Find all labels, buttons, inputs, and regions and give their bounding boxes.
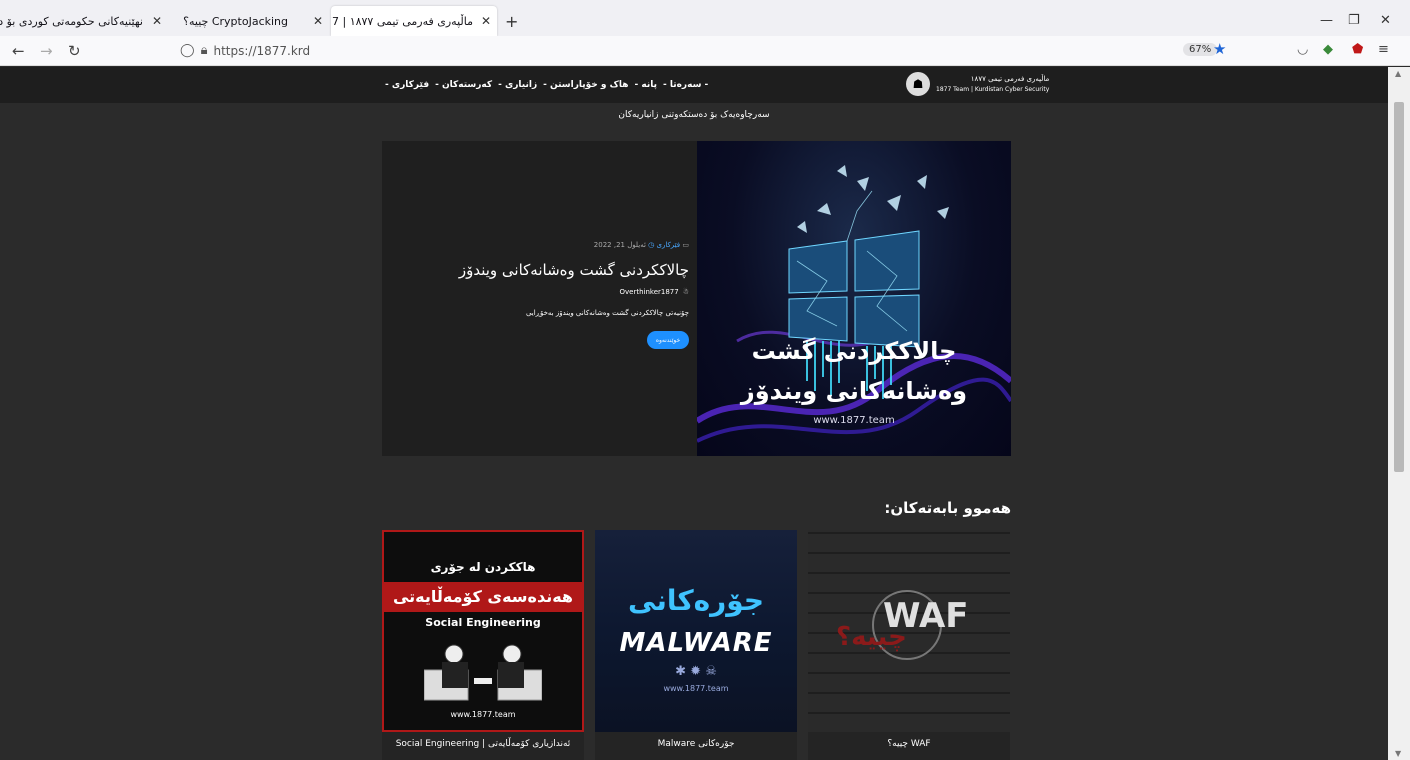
featured-image[interactable]: چالاککردنی گشت وەشانەکانی ویندۆز www.187… xyxy=(697,141,1011,456)
post-card-image[interactable]: هاککردن لە جۆری هەندەسەی کۆمەڵایەتی Soci… xyxy=(382,530,584,732)
image-title: جۆرەکانی xyxy=(627,584,765,617)
image-band: هەندەسەی کۆمەڵایەتی xyxy=(384,582,582,612)
minimize-button[interactable]: — xyxy=(1320,13,1333,28)
post-meta: ▭ فێرکاری ◷ ئەیلول 21, 2022 xyxy=(594,241,689,249)
tab-title: CryptoJacking چییە؟ xyxy=(183,14,288,28)
tab-title: ماڵپەری فەرمی تیمی ١٨٧٧ | 1877 Team xyxy=(331,14,473,28)
handshake-illustration xyxy=(424,644,542,701)
tab-1[interactable]: ✕ نهێنیەکانی حکومەتی کوردی بۆ دز xyxy=(0,6,165,36)
folder-icon: ▭ xyxy=(682,241,689,249)
site-tagline: سەرچاوەیەک بۆ دەستکەوتنی زانیاریەکان xyxy=(618,110,770,120)
reload-icon[interactable]: ↻ xyxy=(68,42,81,60)
image-title-line1: چالاککردنی گشت xyxy=(751,337,957,365)
post-card-title[interactable]: WAF چییە؟ xyxy=(816,739,1002,750)
author-avatar-icon: ☃ xyxy=(682,288,689,296)
post-card-image[interactable]: WAF چییە؟ xyxy=(808,530,1010,732)
page-content: - سەرەتا - پانە - هاک و خۆپاراستن - زانی… xyxy=(0,67,1388,760)
post-card-title[interactable]: جۆرەکانی Malware xyxy=(603,739,789,750)
menu-item-tools[interactable]: کەرستەکان - xyxy=(435,80,492,90)
menu-item-info[interactable]: زانیاری - xyxy=(498,80,537,90)
image-subtitle: MALWARE xyxy=(619,628,773,658)
site-logo[interactable]: ☗ ماڵپەری فەرمی تیمی ١٨٧٧ 1877 Team | Ku… xyxy=(906,72,1049,96)
post-card[interactable]: جۆرەکانی MALWARE ✱ ✹ ☠ www.1877.team جۆر… xyxy=(595,530,797,760)
new-tab-button[interactable]: + xyxy=(505,12,518,31)
forward-arrow-icon[interactable]: → xyxy=(40,42,53,60)
window-close-button[interactable]: ✕ xyxy=(1380,13,1391,28)
all-posts-heading: هەموو بابەتەکان: xyxy=(884,499,1011,517)
post-category[interactable]: فێرکاری xyxy=(656,241,680,249)
site-header: - سەرەتا - پانە - هاک و خۆپاراستن - زانی… xyxy=(0,67,1388,103)
restore-button[interactable]: ❐ xyxy=(1348,13,1360,28)
post-card[interactable]: WAF چییە؟ WAF چییە؟ xyxy=(808,530,1010,760)
browser-window: ✕ نهێنیەکانی حکومەتی کوردی بۆ دز ✕ Crypt… xyxy=(0,0,1410,760)
post-card[interactable]: هاککردن لە جۆری هەندەسەی کۆمەڵایەتی Soci… xyxy=(382,530,584,760)
image-text: هاککردن لە جۆری xyxy=(430,560,536,574)
lock-icon: 🔒︎ xyxy=(200,43,208,58)
menu-item-pane[interactable]: پانە - xyxy=(635,80,657,90)
scroll-down-icon[interactable]: ▼ xyxy=(1395,749,1401,758)
tab-title: نهێنیەکانی حکومەتی کوردی بۆ دز xyxy=(0,14,143,28)
post-date: ئەیلول 21, 2022 xyxy=(593,241,646,249)
image-title-line2: وەشانەکانی ویندۆز xyxy=(740,377,968,405)
post-card-title[interactable]: ئەندازیاری کۆمەڵایەتی | Social Engineeri… xyxy=(390,739,576,750)
ublock-icon[interactable]: ⬟ xyxy=(1352,42,1363,57)
post-card-image[interactable]: جۆرەکانی MALWARE ✱ ✹ ☠ www.1877.team xyxy=(595,530,797,732)
scroll-up-icon[interactable]: ▲ xyxy=(1395,69,1401,78)
image-url: www.1877.team xyxy=(813,415,895,426)
pocket-icon[interactable]: ◡ xyxy=(1297,42,1308,57)
malware-icons: ✱ ✹ ☠ xyxy=(675,664,717,679)
image-subtitle: چییە؟ xyxy=(836,622,907,652)
logo-name: ماڵپەری فەرمی تیمی ١٨٧٧ xyxy=(970,75,1050,84)
image-subtitle: Social Engineering xyxy=(425,616,541,629)
main-menu: - سەرەتا - پانە - هاک و خۆپاراستن - زانی… xyxy=(385,80,708,90)
tab-2[interactable]: ✕ CryptoJacking چییە؟ xyxy=(168,6,328,36)
close-icon[interactable]: ✕ xyxy=(481,14,491,28)
bookmark-star-icon[interactable]: ★ xyxy=(1213,40,1226,58)
image-url: www.1877.team xyxy=(450,710,516,719)
read-more-button[interactable]: خوێندنەوە xyxy=(647,331,689,349)
menu-item-tutorials[interactable]: فێرکاری - xyxy=(385,80,429,90)
clock-icon: ◷ xyxy=(648,241,655,249)
page-scrollbar[interactable]: ▲ ▼ xyxy=(1388,67,1410,760)
menu-item-home[interactable]: - سەرەتا - xyxy=(663,80,708,90)
menu-item-hack[interactable]: هاک و خۆپاراستن - xyxy=(543,80,628,90)
scrollbar-thumb[interactable] xyxy=(1394,102,1404,472)
logo-emblem-icon: ☗ xyxy=(906,72,930,96)
close-icon[interactable]: ✕ xyxy=(313,14,323,28)
tab-3-active[interactable]: ✕ ماڵپەری فەرمی تیمی ١٨٧٧ | 1877 Team xyxy=(331,6,497,36)
nav-bar: ← → ↻ ◯ 🔒︎ https://1877.krd 67% ★ ◡ ◆ ⬟ … xyxy=(0,36,1410,66)
windows-shatter-illustration xyxy=(697,165,1011,443)
extension-icon[interactable]: ◆ xyxy=(1323,42,1333,57)
post-author[interactable]: ☃ Overthinker1877 xyxy=(620,288,689,296)
shield-icon: ◯ xyxy=(180,43,195,58)
post-excerpt: چۆنیەتی چالاککردنی گشت وەشانەکانی ویندۆز… xyxy=(525,309,689,317)
featured-post[interactable]: ▭ فێرکاری ◷ ئەیلول 21, 2022 چالاککردنی گ… xyxy=(382,141,1011,456)
close-icon[interactable]: ✕ xyxy=(152,14,162,28)
url-bar[interactable]: ◯ 🔒︎ https://1877.krd xyxy=(180,43,310,58)
tab-strip: ✕ نهێنیەکانی حکومەتی کوردی بۆ دز ✕ Crypt… xyxy=(0,0,1410,36)
image-url: www.1877.team xyxy=(663,684,729,693)
back-arrow-icon[interactable]: ← xyxy=(12,42,25,60)
post-title[interactable]: چالاککردنی گشت وەشانەکانی ویندۆز xyxy=(459,261,689,279)
url-text: https://1877.krd xyxy=(213,43,311,58)
logo-subtitle: 1877 Team | Kurdistan Cyber Security xyxy=(936,85,1050,93)
menu-icon[interactable]: ≡ xyxy=(1378,42,1389,57)
